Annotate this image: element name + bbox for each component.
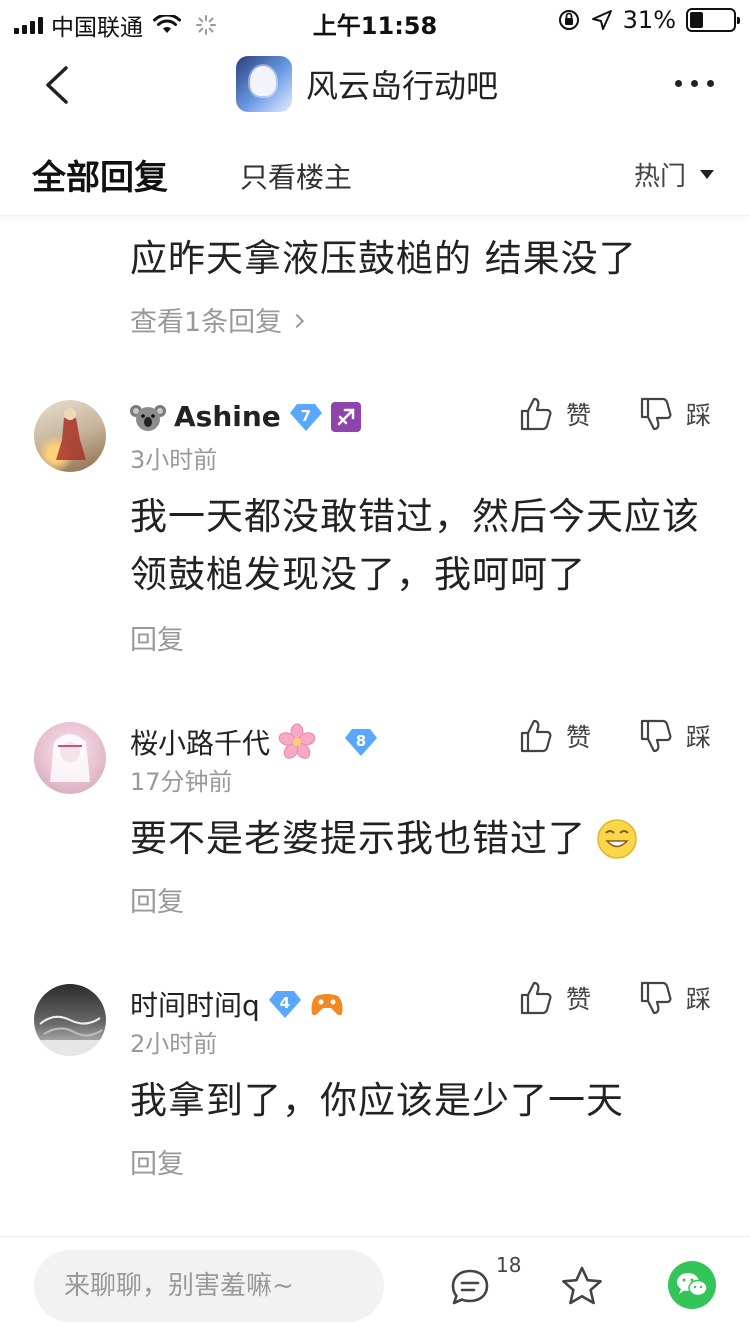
comment-text: 我拿到了，你应该是少了一天: [130, 1079, 624, 1122]
comment-time: 2小时前: [130, 1030, 218, 1058]
battery-percent: 31%: [622, 6, 676, 34]
like-label: 赞: [566, 401, 592, 430]
like-button[interactable]: 赞: [520, 396, 591, 432]
avatar[interactable]: [34, 400, 106, 472]
like-label: 赞: [566, 985, 592, 1014]
more-options-icon[interactable]: [675, 80, 714, 87]
thumbs-down-icon: [640, 981, 672, 1015]
wechat-icon: [677, 1273, 708, 1297]
comment-time: 3小时前: [130, 446, 218, 474]
comment-text: 要不是老婆提示我也错过了: [130, 817, 586, 860]
dislike-button[interactable]: 踩: [640, 396, 711, 432]
tab-owner-only[interactable]: 只看楼主: [240, 156, 352, 196]
username[interactable]: 时间时间q: [130, 984, 260, 1024]
chevron-right-icon: [290, 313, 305, 328]
battery-icon: [686, 8, 740, 32]
bottom-bar: 来聊聊，别害羞嘛~ 18: [0, 1236, 750, 1334]
grin-emoji-icon: [597, 819, 637, 859]
orientation-lock-icon: [558, 10, 579, 30]
comment-input[interactable]: 来聊聊，别害羞嘛~: [34, 1250, 384, 1322]
view-replies-link[interactable]: 查看1条回复: [130, 300, 305, 339]
forum-title: 风云岛行动吧: [306, 67, 499, 105]
comment-time: 17分钟前: [130, 768, 233, 796]
thumbs-up-icon: [520, 719, 552, 753]
nav-bar: 风云岛行动吧: [0, 40, 750, 130]
username[interactable]: Ashine: [174, 400, 281, 433]
like-button[interactable]: 赞: [520, 980, 591, 1016]
user-line: Ashine 7: [130, 400, 361, 433]
sagittarius-icon: [330, 401, 361, 432]
avatar-figure: [50, 734, 90, 782]
like-button[interactable]: 赞: [520, 718, 591, 754]
tab-all-replies[interactable]: 全部回复: [32, 150, 168, 199]
forum-avatar: [236, 56, 292, 112]
level-badge: 8: [344, 727, 378, 757]
comment-bubble-icon[interactable]: [450, 1267, 490, 1307]
avatar[interactable]: [34, 722, 106, 794]
level-number: 7: [300, 406, 312, 425]
top-reply-text: 应昨天拿液压鼓槌的 结果没了: [130, 237, 637, 280]
dislike-button[interactable]: 踩: [640, 980, 711, 1016]
cherry-blossom-icon: [278, 723, 316, 759]
wechat-share-button[interactable]: [668, 1261, 716, 1309]
thumbs-down-icon: [640, 397, 672, 431]
battery-fill: [690, 12, 704, 28]
gamepad-icon: [311, 994, 343, 1016]
comment-text: 我一天都没敢错过，然后今天应该领鼓槌发现没了，我呵呵了: [130, 495, 700, 596]
comment-count: 18: [496, 1253, 522, 1277]
back-chevron-icon[interactable]: [34, 62, 80, 108]
like-label: 赞: [566, 723, 592, 752]
reply-filter-bar: 全部回复 只看楼主 热门: [0, 130, 750, 216]
dislike-label: 踩: [686, 985, 712, 1014]
forum-header[interactable]: 风云岛行动吧: [236, 56, 498, 112]
level-number: 8: [355, 732, 367, 750]
level-badge: 7: [289, 402, 323, 432]
status-bar: 中国联通 上午11:58 31%: [0, 0, 750, 41]
view-replies-label: 查看1条回复: [130, 307, 283, 338]
star-icon[interactable]: [560, 1265, 604, 1307]
username[interactable]: 桜小路千代: [130, 722, 270, 762]
comment-text-row: 要不是老婆提示我也错过了: [130, 810, 720, 868]
avatar-figure: [56, 408, 86, 460]
dislike-label: 踩: [686, 723, 712, 752]
avatar[interactable]: [34, 984, 106, 1056]
avatar-figure: [34, 1015, 106, 1056]
user-line: 桜小路千代 8: [130, 722, 378, 762]
sort-label: 热门: [633, 162, 686, 192]
dislike-button[interactable]: 踩: [640, 718, 711, 754]
location-arrow-icon: [591, 10, 612, 30]
thumbs-down-icon: [640, 719, 672, 753]
reply-button[interactable]: 回复: [130, 880, 184, 919]
thumbs-up-icon: [520, 397, 552, 431]
level-number: 4: [279, 994, 290, 1012]
status-right: 31%: [557, 6, 740, 34]
sort-dropdown[interactable]: 热门: [634, 156, 714, 193]
koala-emoji-icon: [130, 404, 166, 431]
thumbs-up-icon: [520, 981, 552, 1015]
dislike-label: 踩: [686, 401, 712, 430]
reply-button[interactable]: 回复: [130, 1142, 184, 1181]
level-badge: 4: [268, 989, 302, 1019]
reply-button[interactable]: 回复: [130, 618, 184, 657]
caret-down-icon: [700, 170, 714, 179]
user-line: 时间时间q 4: [130, 984, 344, 1024]
